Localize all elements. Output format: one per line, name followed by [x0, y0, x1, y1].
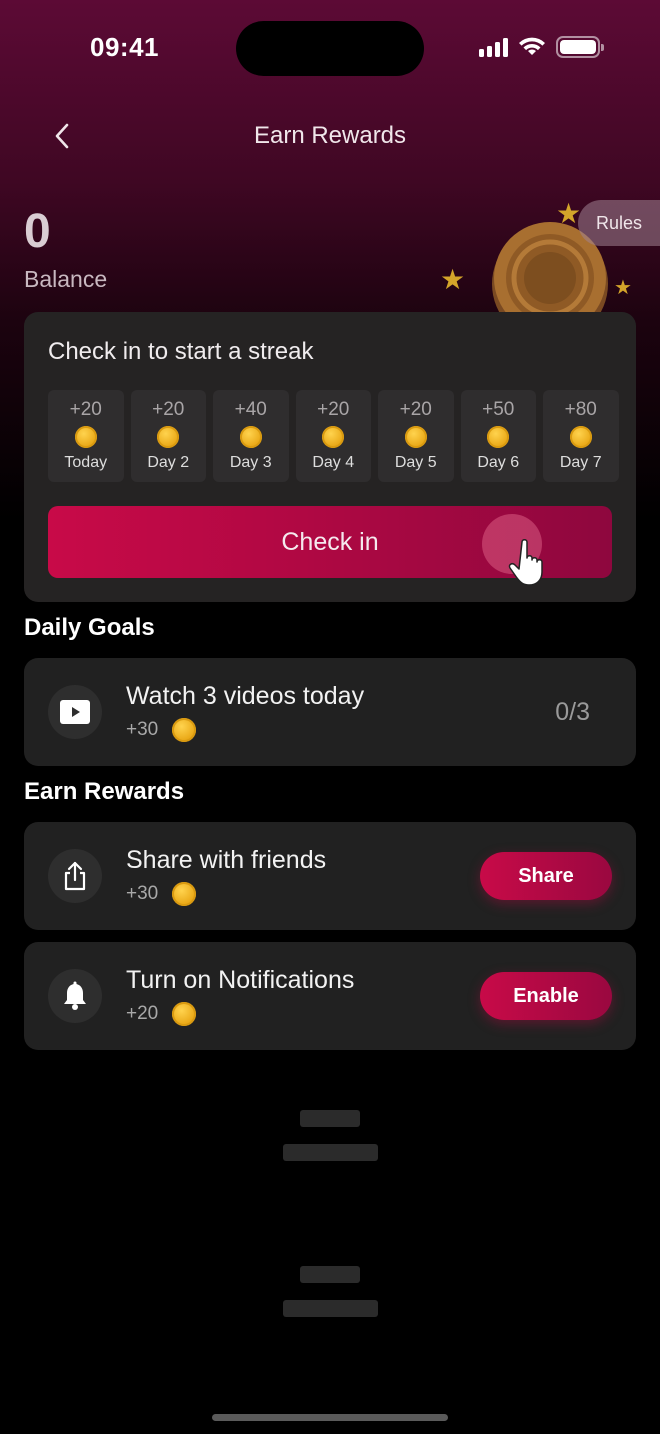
coin-icon	[569, 426, 592, 448]
earn-rewards-heading: Earn Rewards	[24, 778, 185, 805]
day-points: +20	[317, 399, 350, 420]
reward-points-value: +30	[126, 883, 159, 904]
reward-points-value: +20	[126, 1003, 159, 1024]
streak-card: Check in to start a streak +20 Today +20…	[24, 312, 636, 602]
day-label: Today	[64, 454, 108, 471]
day-label: Day 3	[229, 454, 272, 471]
goal-reward: +30	[126, 718, 197, 742]
day-label: Day 4	[312, 454, 355, 471]
coin-icon	[74, 426, 97, 448]
day-points: +40	[234, 399, 267, 420]
reward-card-share: Share with friends +30 Share	[24, 822, 636, 930]
goal-title: Watch 3 videos today	[126, 682, 365, 710]
reward-title: Turn on Notifications	[126, 966, 355, 994]
navigation-bar: Earn Rewards	[0, 110, 660, 162]
loading-skeleton	[300, 1266, 360, 1283]
share-icon	[64, 861, 86, 891]
day-points: +20	[152, 399, 185, 420]
status-time: 09:41	[90, 32, 159, 62]
coin-icon	[157, 426, 180, 448]
battery-icon	[556, 36, 604, 58]
bell-icon	[64, 981, 86, 1010]
coin-icon	[172, 882, 197, 906]
task-icon-wrapper	[48, 849, 102, 903]
coin-icon	[239, 426, 262, 448]
reward-card-notifications: Turn on Notifications +20 Enable	[24, 942, 636, 1050]
star-icon: ★	[440, 264, 466, 295]
streak-title: Check in to start a streak	[48, 338, 314, 365]
home-indicator[interactable]	[212, 1414, 448, 1421]
loading-skeleton	[283, 1300, 378, 1317]
coin-icon	[404, 426, 427, 448]
streak-day: +20 Day 5	[378, 390, 454, 482]
streak-day: +40 Day 3	[213, 390, 289, 482]
star-icon: ★	[614, 277, 632, 299]
streak-day: +20 Day 2	[130, 390, 206, 482]
goal-card-watch-videos[interactable]: Watch 3 videos today +30 0/3	[24, 658, 636, 766]
rules-button[interactable]: Rules	[578, 200, 660, 246]
task-icon-wrapper	[48, 685, 102, 739]
status-bar: 09:41	[0, 0, 660, 96]
day-points: +20	[399, 399, 432, 420]
day-label: Day 5	[394, 454, 437, 471]
coin-icon	[172, 718, 197, 742]
coin-icon	[322, 426, 345, 448]
share-button[interactable]: Share	[480, 852, 612, 900]
day-label: Day 6	[477, 454, 520, 471]
day-label: Day 2	[147, 454, 190, 471]
check-in-label: Check in	[281, 527, 379, 556]
status-icons	[479, 36, 604, 58]
streak-day: +20 Day 4	[295, 390, 371, 482]
day-points: +20	[69, 399, 102, 420]
wifi-icon	[519, 37, 545, 55]
goal-reward-points: +30	[126, 719, 159, 740]
streak-days: +20 Today +20 Day 2 +40 Day 3 +20 Day 4 …	[48, 390, 619, 482]
coin-icon	[487, 426, 510, 448]
streak-day: +80 Day 7	[543, 390, 619, 482]
reward-points: +20	[126, 1002, 197, 1026]
reward-points: +30	[126, 882, 197, 906]
reward-title: Share with friends	[126, 846, 327, 874]
daily-goals-heading: Daily Goals	[24, 614, 155, 641]
pointing-hand-icon	[508, 539, 543, 586]
loading-skeleton	[300, 1110, 360, 1127]
day-points: +50	[482, 399, 515, 420]
day-points: +80	[564, 399, 597, 420]
goal-progress: 0/3	[555, 698, 590, 726]
balance-value: 0	[24, 205, 51, 258]
play-icon	[60, 700, 90, 724]
cellular-signal-icon	[479, 37, 508, 57]
check-in-button[interactable]: Check in	[48, 506, 612, 586]
day-label: Day 7	[559, 454, 602, 471]
balance-label: Balance	[24, 266, 108, 292]
enable-button[interactable]: Enable	[480, 972, 612, 1020]
dynamic-island	[236, 21, 424, 76]
coin-icon	[172, 1002, 197, 1026]
streak-day: +50 Day 6	[460, 390, 536, 482]
loading-skeleton	[283, 1144, 378, 1161]
streak-day: +20 Today	[48, 390, 124, 482]
page-title: Earn Rewards	[253, 122, 407, 149]
task-icon-wrapper	[48, 969, 102, 1023]
